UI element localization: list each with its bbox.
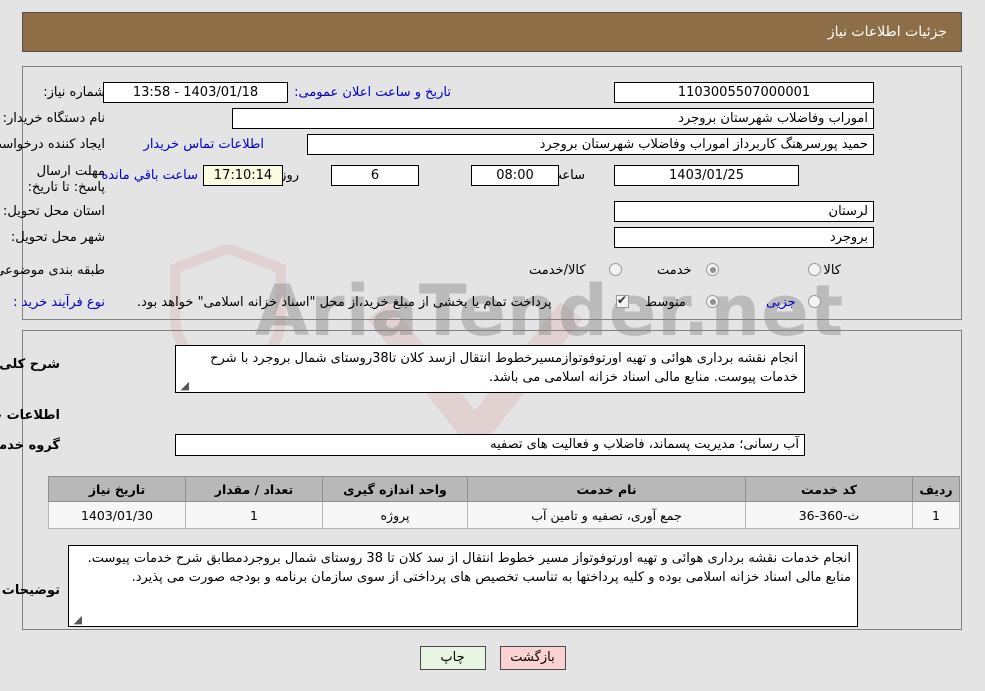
buyer-notes-textarea[interactable]: انجام خدمات نقشه برداری هوائی و تهیه اور… [68,545,858,627]
resize-grip-icon[interactable]: ◢ [178,380,189,391]
treasury-documents-label: پرداخت تمام یا بخشی از مبلغ خرید،از محل … [137,295,552,310]
province-label: استان محل تحویل: [3,204,105,219]
city-value: بروجرد [614,227,874,248]
description-label: شرح کلی نیاز: [0,357,60,372]
table-col-name: نام خدمت [467,476,746,502]
treasury-documents-checkbox[interactable] [616,293,629,308]
need-info-panel [22,66,962,320]
buyer-contact-link[interactable]: اطلاعات تماس خریدار [144,137,264,152]
cell-unit: پروژه [322,501,468,529]
table-col-unit: واحد اندازه گیری [322,476,468,502]
category-radio-kala-khedmat[interactable] [609,263,622,276]
cell-name: جمع آوری، تصفیه و تامین آب [467,501,746,529]
category-option-label-0: کالا [823,263,841,278]
service-group-label: گروه خدمت: [0,438,60,453]
category-option-label-1: خدمت [657,263,692,278]
buyer-org-value: اموراب وفاضلاب شهرستان بروجرد [232,108,874,129]
deadline-label: مهلت ارسال پاسخ: تا تاریخ: [27,164,105,195]
need-number-label: شماره نیاز: [43,85,105,100]
city-label: شهر محل تحویل: [10,230,105,245]
category-label: طبقه بندی موضوعی: [0,263,105,278]
process-type-label: نوع فرآیند خرید : [13,295,105,310]
footer-button-row: بازگشت چاپ [0,646,985,670]
cell-qty: 1 [185,501,323,529]
print-button[interactable]: چاپ [419,646,486,670]
page-title-bar: جزئیات اطلاعات نیاز [22,12,962,52]
cell-radif: 1 [912,501,960,529]
process-type-option-label-1: متوسط [645,295,686,310]
buyer-notes-text: انجام خدمات نقشه برداری هوائی و تهیه اور… [87,551,851,585]
table-col-code: کد خدمت [745,476,913,502]
services-section-title: اطلاعات خدمات مورد نیاز [0,408,60,423]
remaining-days-value: 6 [331,165,419,186]
service-group-value: آب رسانی؛ مدیریت پسماند، فاضلاب و فعالیت… [175,434,805,456]
announce-datetime-label: تاریخ و ساعت اعلان عمومی: [294,85,451,100]
deadline-time-value: 08:00 [471,165,559,186]
process-type-radio-motavaset[interactable] [706,295,719,308]
page-title: جزئیات اطلاعات نیاز [827,24,947,40]
province-value: لرستان [614,201,874,222]
requester-value: حمید پورسرهنگ کاربرداز اموراب وفاضلاب شه… [307,134,874,155]
table-col-date: تاریخ نیاز [48,476,186,502]
back-button[interactable]: بازگشت [499,646,566,670]
remaining-clock-value: 17:10:14 [203,165,283,186]
process-type-radio-jozei[interactable] [808,295,821,308]
cell-code: ث-360-36 [745,501,913,529]
process-type-option-label-0: جزیی [766,295,796,310]
table-row: 1 ث-360-36 جمع آوری، تصفیه و تامین آب پر… [48,501,960,529]
table-col-radif: ردیف [912,476,960,502]
requester-label: ایجاد کننده درخواست: [0,137,105,152]
description-textarea[interactable]: انجام نقشه برداری هوائی و تهیه اورتوفوتو… [175,345,805,393]
description-text: انجام نقشه برداری هوائی و تهیه اورتوفوتو… [210,351,798,385]
category-radio-khedmat[interactable] [706,263,719,276]
table-header-row: ردیف کد خدمت نام خدمت واحد اندازه گیری ت… [48,476,960,502]
resize-grip-icon-notes[interactable]: ◢ [71,614,82,625]
cell-date: 1403/01/30 [48,501,186,529]
deadline-date-value: 1403/01/25 [614,165,799,186]
buyer-notes-label: توضیحات خریدار: [0,583,60,598]
services-table: ردیف کد خدمت نام خدمت واحد اندازه گیری ت… [48,476,960,529]
need-details-page: AriaTender.net جزئیات اطلاعات نیاز شماره… [0,0,985,691]
remaining-suffix-label: ساعت باقي مانده [101,168,198,183]
need-number-value: 1103005507000001 [614,82,874,103]
category-option-label-2: کالا/خدمت [529,263,586,278]
table-col-qty: تعداد / مقدار [185,476,323,502]
announce-datetime-value: 1403/01/18 - 13:58 [103,82,288,103]
buyer-org-label: نام دستگاه خریدار: [2,111,105,126]
